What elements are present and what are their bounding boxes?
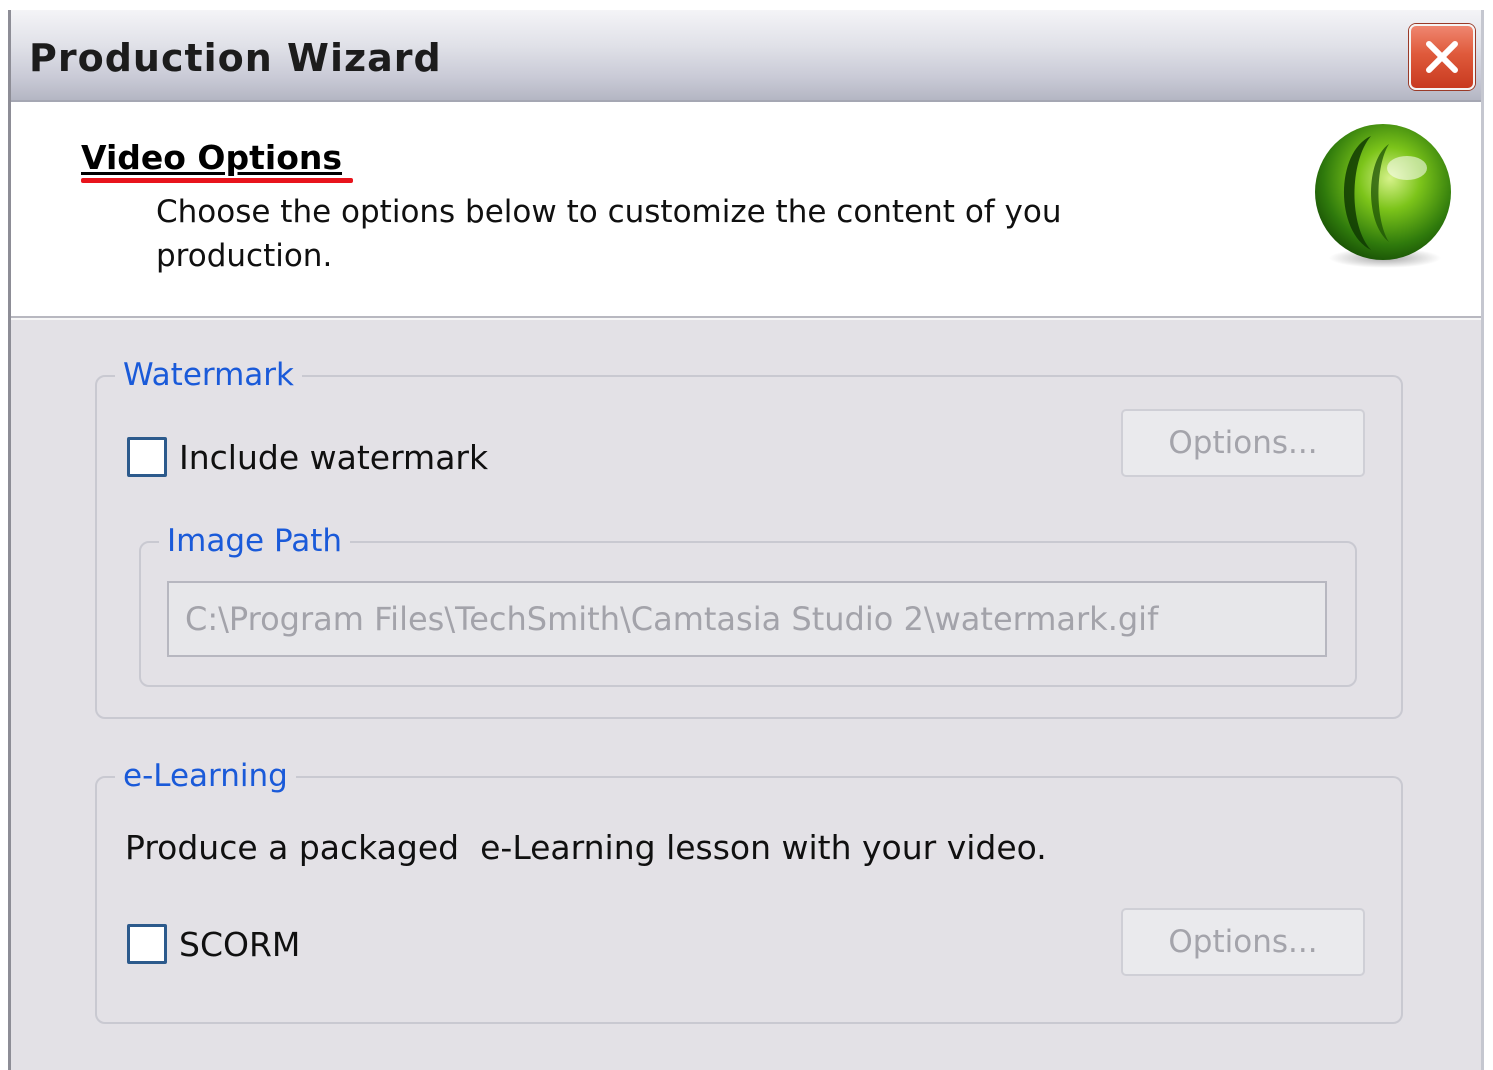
elearning-group: e-Learning Produce a packaged e-Learning… <box>95 756 1403 1024</box>
scorm-label[interactable]: SCORM <box>179 923 300 967</box>
camtasia-logo-icon <box>1315 124 1451 268</box>
page-title: Video Options <box>81 138 343 177</box>
close-icon <box>1426 41 1458 73</box>
image-path-field[interactable]: C:\Program Files\TechSmith\Camtasia Stud… <box>167 581 1327 657</box>
watermark-legend: Watermark <box>115 355 302 395</box>
elearning-legend: e-Learning <box>115 756 296 796</box>
watermark-options-button[interactable]: Options... <box>1121 409 1365 477</box>
title-highlight-underline <box>81 178 353 183</box>
elearning-description: Produce a packaged e-Learning lesson wit… <box>125 828 1047 867</box>
production-wizard-window: Production Wizard Video Options Choose t… <box>8 10 1484 1070</box>
wizard-header: Video Options Choose the options below t… <box>11 102 1481 318</box>
include-watermark-label[interactable]: Include watermark <box>179 436 488 480</box>
image-path-group: Image Path C:\Program Files\TechSmith\Ca… <box>139 521 1357 687</box>
close-button[interactable] <box>1409 24 1475 90</box>
scorm-checkbox[interactable] <box>127 924 167 964</box>
include-watermark-checkbox[interactable] <box>127 437 167 477</box>
watermark-group: Watermark Include watermark Options... I… <box>95 355 1403 719</box>
page-description: Choose the options below to customize th… <box>156 194 1062 274</box>
window-title: Production Wizard <box>29 36 442 80</box>
title-bar[interactable]: Production Wizard <box>11 10 1481 102</box>
scorm-options-button[interactable]: Options... <box>1121 908 1365 976</box>
image-path-legend: Image Path <box>159 521 351 561</box>
